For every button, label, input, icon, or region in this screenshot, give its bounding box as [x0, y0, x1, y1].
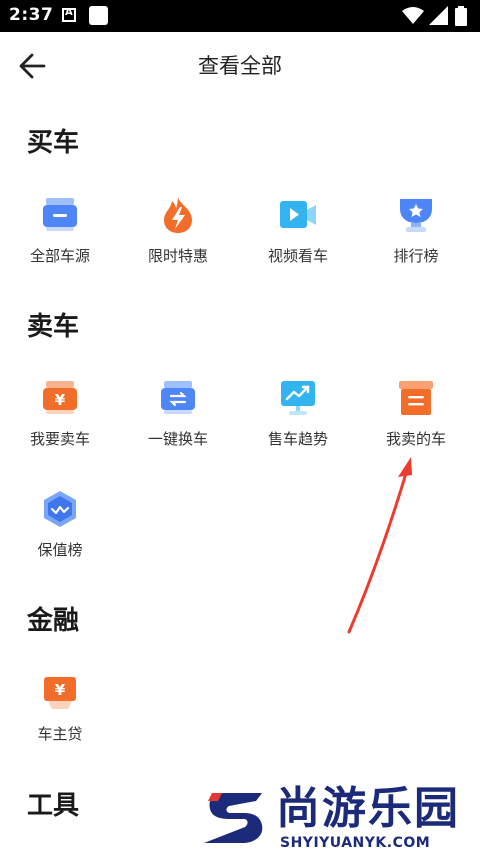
car-list-icon	[40, 195, 80, 235]
loan-icon: ¥	[40, 673, 80, 713]
trophy-icon	[396, 195, 436, 235]
grid-item-all-cars[interactable]: 全部车源	[0, 195, 120, 266]
grid-item-swap-car[interactable]: 一键换车	[118, 378, 238, 449]
grid-item-video-cars[interactable]: 视频看车	[238, 195, 358, 266]
section-title-buy: 买车	[27, 128, 80, 158]
wifi-icon	[402, 7, 424, 24]
watermark-logo-icon	[204, 793, 263, 843]
grid-item-sales-trend[interactable]: 售车趋势	[238, 378, 358, 449]
grid-item-ranking[interactable]: 排行榜	[356, 195, 476, 266]
grid-item-label: 我要卖车	[29, 430, 90, 448]
grid-item-label: 车主贷	[37, 725, 83, 743]
video-camera-icon	[278, 195, 318, 235]
box-icon	[396, 378, 436, 418]
svg-text:¥: ¥	[55, 391, 66, 409]
grid-item-label: 排行榜	[393, 247, 439, 265]
grid-item-label: 我卖的车	[385, 430, 446, 448]
trend-chart-icon	[278, 378, 318, 418]
watermark-brand: 尚游乐园	[276, 783, 460, 834]
grid-item-sell-car[interactable]: ¥ 我要卖车	[0, 378, 120, 449]
section-title-finance: 金融	[27, 606, 80, 636]
grid-item-value-ranking[interactable]: 保值榜	[0, 489, 120, 560]
grid-item-my-sold-cars[interactable]: 我卖的车	[356, 378, 476, 449]
grid-item-label: 限时特惠	[147, 247, 208, 265]
section-title-tools: 工具	[27, 791, 80, 821]
battery-icon	[455, 6, 467, 26]
status-icons	[402, 6, 472, 26]
swap-car-icon	[158, 378, 198, 418]
grid-item-label: 保值榜	[37, 541, 83, 559]
grid-item-label: 全部车源	[29, 247, 90, 265]
sell-car-icon: ¥	[40, 378, 80, 418]
shield-icon	[40, 489, 80, 529]
notification-square-icon	[89, 6, 108, 25]
status-time: 2:37	[9, 5, 54, 25]
section-title-sell: 卖车	[27, 312, 80, 342]
header: 查看全部	[0, 32, 480, 100]
page-title: 查看全部	[198, 54, 282, 78]
status-bar: 2:37	[0, 0, 480, 32]
signal-icon	[429, 6, 448, 25]
grid-item-limited-offer[interactable]: 限时特惠	[118, 195, 238, 266]
grid-item-owner-loan[interactable]: ¥ 车主贷	[0, 673, 120, 744]
grid-item-label: 一键换车	[147, 430, 208, 448]
notification-a-icon	[62, 7, 76, 22]
svg-text:¥: ¥	[55, 681, 66, 699]
grid-item-label: 售车趋势	[267, 430, 328, 448]
watermark-site: SHYIYUANYK.COM	[280, 835, 431, 851]
grid-item-label: 视频看车	[267, 247, 328, 265]
flame-icon	[158, 195, 198, 235]
watermark: 尚游乐园 SHYIYUANYK.COM	[200, 785, 480, 855]
